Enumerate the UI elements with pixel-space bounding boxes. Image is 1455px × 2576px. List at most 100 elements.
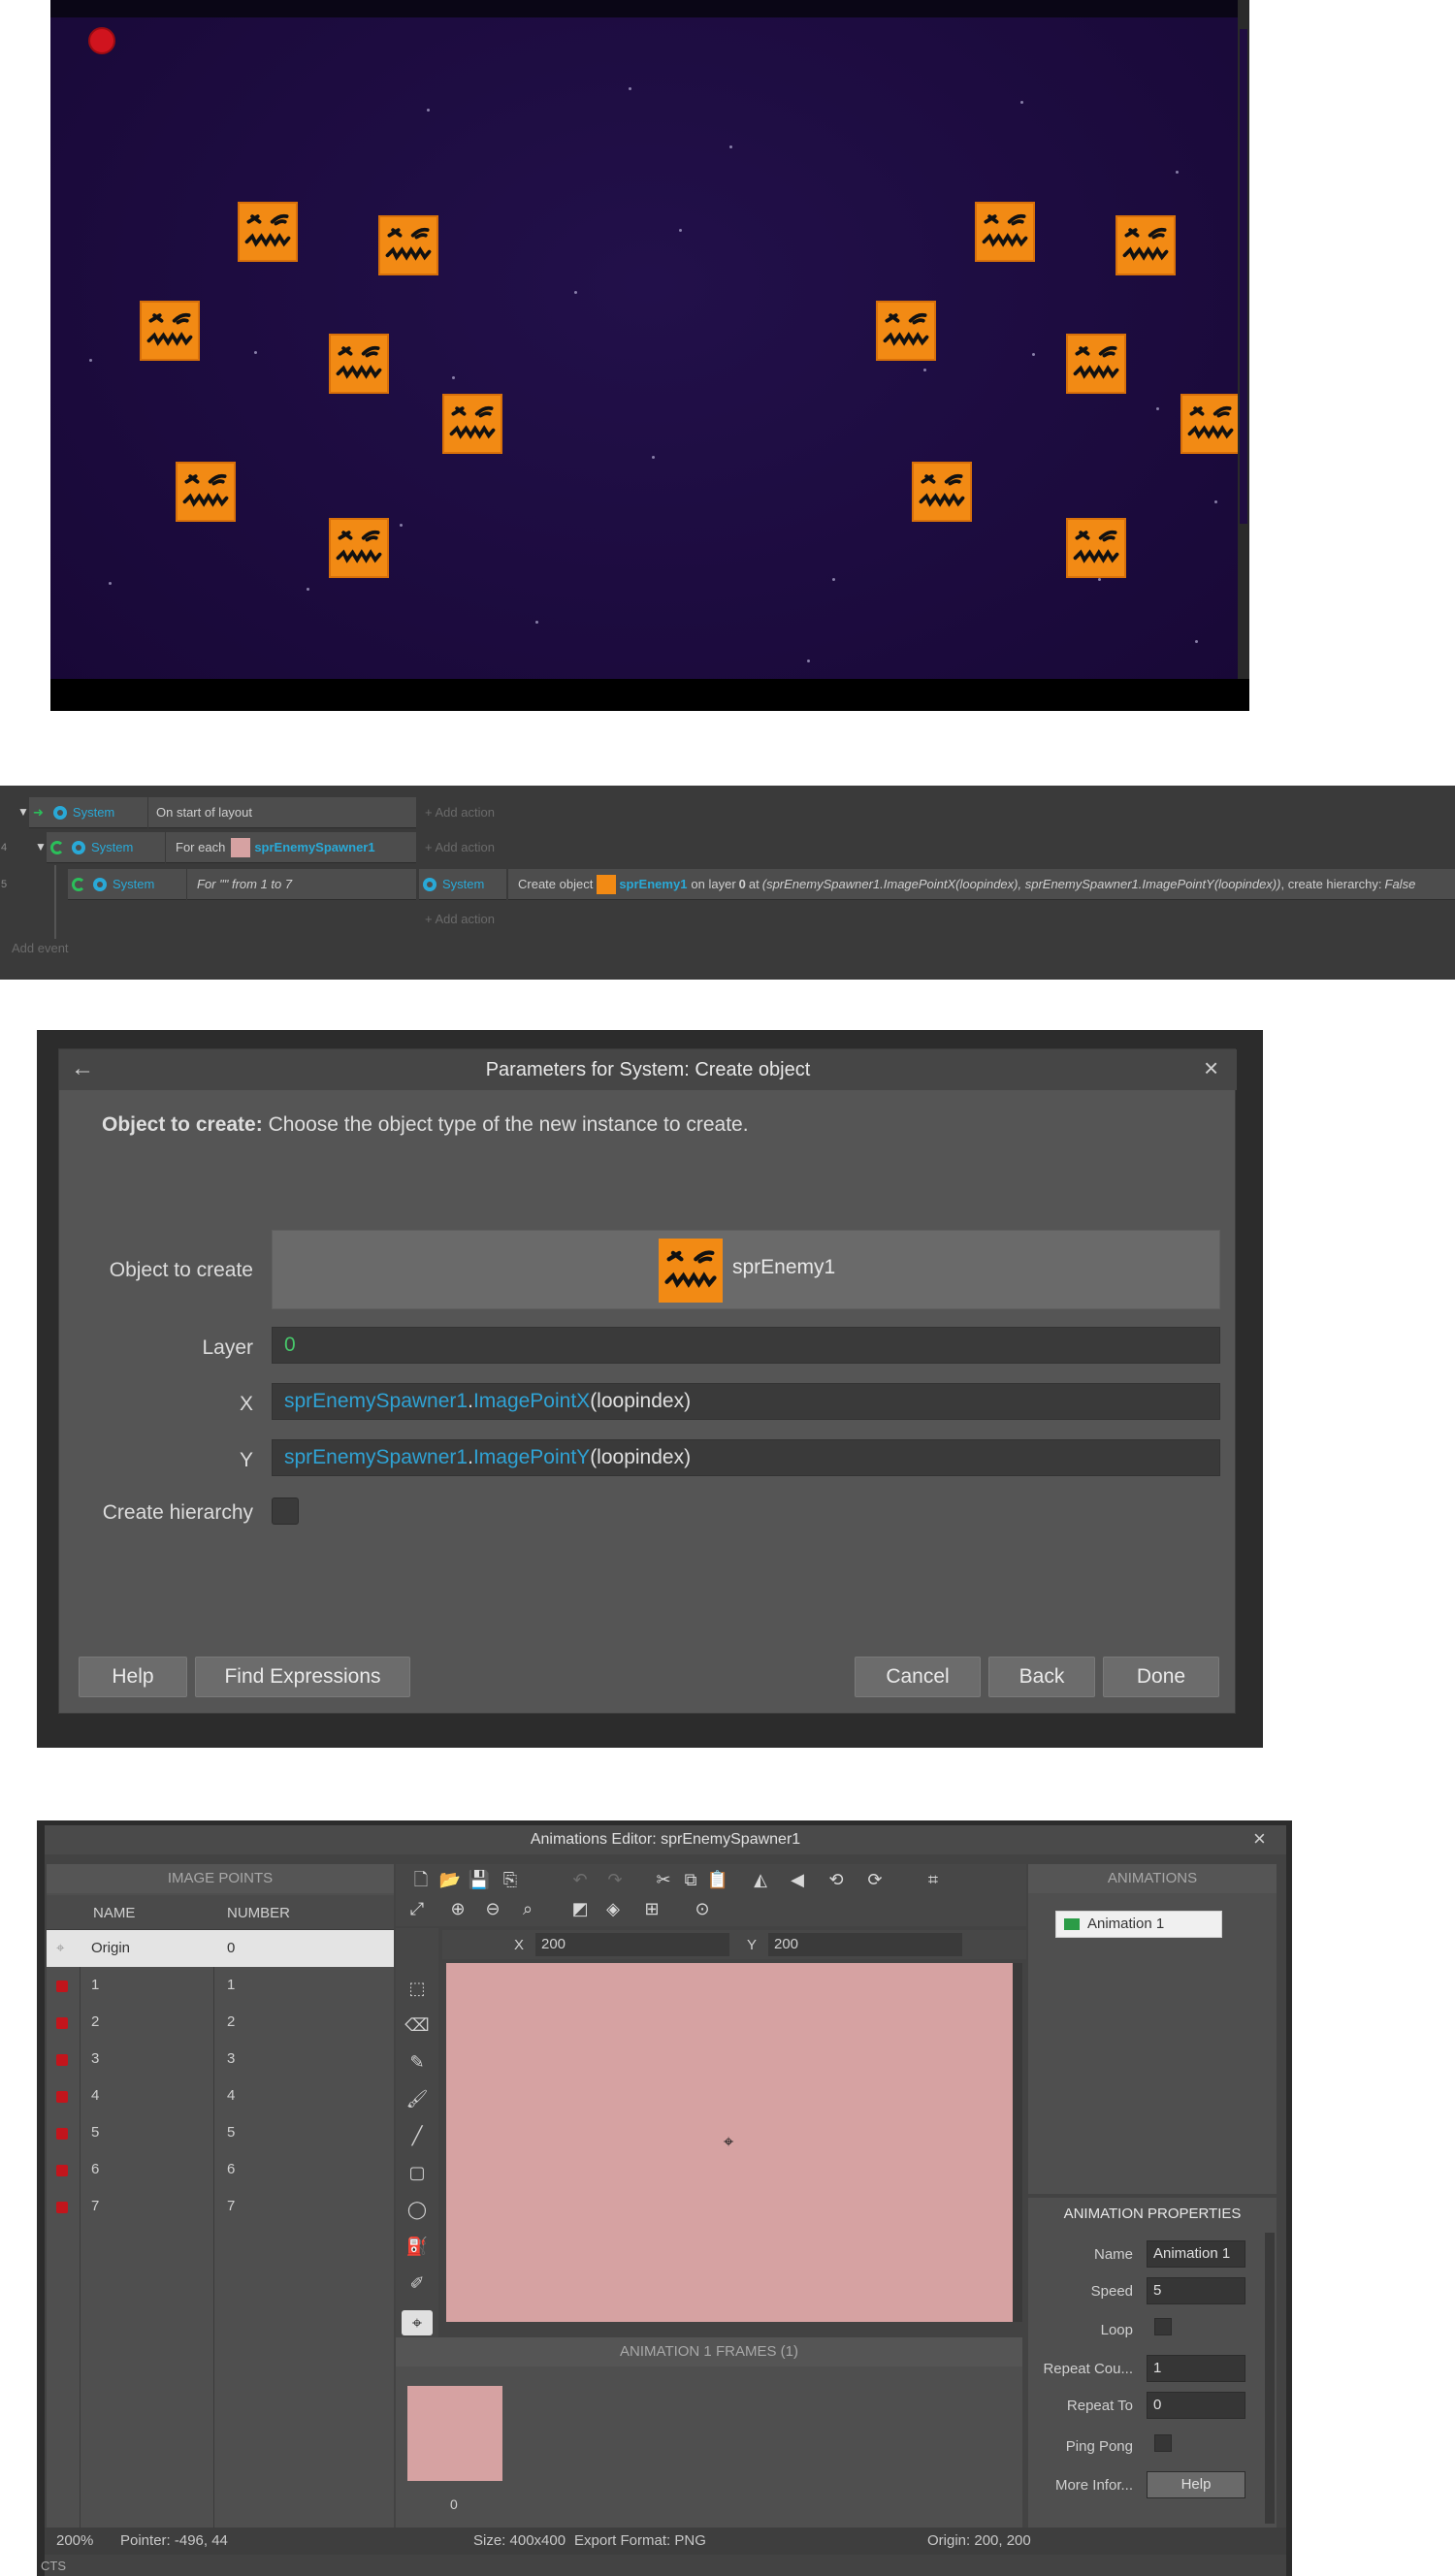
object-picker[interactable]: sprEnemy1 — [272, 1230, 1220, 1309]
help-button[interactable]: Help — [1147, 2471, 1245, 2498]
done-button[interactable]: Done — [1103, 1657, 1219, 1697]
enemy-sprite[interactable] — [912, 462, 972, 522]
hierarchy-checkbox[interactable] — [272, 1497, 299, 1525]
grid-icon[interactable]: ⊞ — [638, 1897, 665, 1924]
flip-horizontal-icon[interactable]: ◭ — [747, 1868, 774, 1895]
enemy-sprite[interactable] — [975, 202, 1035, 262]
y-input[interactable]: sprEnemySpawner1.ImagePointY(loopindex) — [272, 1439, 1220, 1476]
zoom-out-icon[interactable]: ⊖ — [479, 1897, 506, 1924]
scrollbar-thumb[interactable] — [1240, 29, 1247, 524]
frame-thumbnail[interactable] — [407, 2386, 502, 2481]
event-row[interactable]: ▼ ➜ System On start of layout + Add acti… — [0, 793, 1455, 830]
repeat-to-input[interactable]: 0 — [1147, 2392, 1245, 2419]
enemy-sprite[interactable] — [1116, 215, 1176, 275]
enemy-sprite[interactable] — [176, 462, 236, 522]
close-icon[interactable]: × — [1253, 1827, 1266, 1851]
new-icon[interactable]: 🗋 — [407, 1868, 435, 1895]
event-row[interactable]: 5 System For "" from 1 to 7 System Creat… — [0, 865, 1455, 939]
event-condition-object[interactable]: System — [47, 832, 165, 863]
event-condition[interactable]: For "" from 1 to 7 — [187, 869, 416, 900]
eraser-icon[interactable]: ⌫ — [402, 2010, 433, 2041]
fill-bucket-icon[interactable]: ⛽ — [402, 2231, 433, 2262]
image-point-row[interactable]: 77 — [47, 2188, 394, 2225]
undo-icon[interactable]: ↶ — [566, 1868, 594, 1895]
animation-item[interactable]: Animation 1 — [1055, 1911, 1222, 1938]
pingpong-checkbox[interactable] — [1154, 2434, 1172, 2452]
color-picker-icon[interactable]: ✐ — [402, 2268, 433, 2299]
collapse-arrow-icon[interactable]: ▼ — [17, 805, 29, 819]
image-point-row[interactable]: 11 — [47, 1967, 394, 2004]
back-button[interactable]: Back — [988, 1657, 1095, 1697]
color-swap-icon[interactable]: ◩ — [566, 1897, 594, 1924]
add-action-link[interactable]: + Add action — [425, 805, 495, 820]
rectangle-icon[interactable]: ▢ — [402, 2157, 433, 2188]
fullscreen-icon[interactable]: ⤢ — [404, 1897, 431, 1924]
column-name[interactable]: NAME — [93, 1905, 135, 1921]
event-condition-object[interactable]: ➜ System — [29, 797, 147, 828]
preview-icon[interactable]: ⊙ — [689, 1897, 716, 1924]
copy-icon[interactable]: ⧉ — [677, 1868, 704, 1895]
zoom-reset-icon[interactable]: ⌕ — [514, 1897, 541, 1924]
enemy-sprite[interactable] — [876, 301, 936, 361]
open-folder-icon[interactable]: 📂 — [436, 1868, 464, 1895]
image-point-tool-icon[interactable]: ⌖ — [402, 2310, 433, 2335]
enemy-sprite[interactable] — [1066, 334, 1126, 394]
enemy-sprite[interactable] — [1066, 518, 1126, 578]
enemy-sprite[interactable] — [329, 334, 389, 394]
image-point-row[interactable]: ⌖ Origin 0 — [47, 1930, 394, 1967]
select-rectangle-icon[interactable]: ⬚ — [402, 1973, 433, 2004]
ellipse-icon[interactable]: ◯ — [402, 2194, 433, 2225]
add-event-link[interactable]: Add event — [12, 941, 69, 955]
y-coord-input[interactable]: 200 — [768, 1933, 962, 1956]
enemy-sprite[interactable] — [378, 215, 438, 275]
image-point-row[interactable]: 44 — [47, 2077, 394, 2114]
loop-checkbox[interactable] — [1154, 2318, 1172, 2335]
add-action-link[interactable]: + Add action — [425, 912, 495, 926]
repeat-count-input[interactable]: 1 — [1147, 2355, 1245, 2382]
image-point-row[interactable]: 66 — [47, 2151, 394, 2188]
rotate-left-icon[interactable]: ⟲ — [823, 1868, 850, 1895]
pencil-icon[interactable]: ✎ — [402, 2046, 433, 2077]
enemy-sprite[interactable] — [1180, 394, 1241, 454]
flip-vertical-icon[interactable]: ◀ — [784, 1868, 811, 1895]
enemy-sprite[interactable] — [329, 518, 389, 578]
close-icon[interactable]: × — [1204, 1053, 1218, 1083]
canvas-scrollbar[interactable] — [1013, 1963, 1022, 2322]
paste-icon[interactable]: 📋 — [704, 1868, 731, 1895]
add-action-link[interactable]: + Add action — [425, 840, 495, 854]
player-sprite[interactable] — [88, 27, 115, 54]
collapse-arrow-icon[interactable]: ▼ — [35, 840, 47, 853]
layer-input[interactable]: 0 — [272, 1327, 1220, 1364]
column-number[interactable]: NUMBER — [227, 1905, 290, 1921]
speed-input[interactable]: 5 — [1147, 2277, 1245, 2304]
action-text[interactable]: Create object sprEnemy1 on layer 0 at (s… — [508, 869, 1455, 900]
enemy-sprite[interactable] — [238, 202, 298, 262]
image-point-row[interactable]: 22 — [47, 2004, 394, 2041]
redo-icon[interactable]: ↷ — [601, 1868, 629, 1895]
save-icon[interactable]: 💾 — [466, 1868, 493, 1895]
event-row[interactable]: 4 ▼ System For each sprEnemySpawner1 + A… — [0, 828, 1455, 865]
event-condition-object[interactable]: System — [68, 869, 186, 900]
event-condition[interactable]: On start of layout — [148, 797, 416, 828]
export-icon[interactable]: ⎘ — [497, 1868, 524, 1895]
zoom-in-icon[interactable]: ⊕ — [444, 1897, 471, 1924]
action-object[interactable]: System — [419, 869, 506, 900]
layers-icon[interactable]: ◈ — [599, 1897, 627, 1924]
cut-icon[interactable]: ✂ — [650, 1868, 677, 1895]
line-icon[interactable]: ╱ — [402, 2120, 433, 2151]
event-condition[interactable]: For each sprEnemySpawner1 — [166, 832, 416, 863]
cancel-button[interactable]: Cancel — [855, 1657, 981, 1697]
name-input[interactable]: Animation 1 — [1147, 2240, 1245, 2268]
properties-scrollbar[interactable] — [1265, 2233, 1275, 2524]
brush-icon[interactable]: 🖌 — [402, 2083, 433, 2114]
layout-view[interactable] — [50, 0, 1249, 711]
enemy-sprite[interactable] — [140, 301, 200, 361]
x-coord-input[interactable]: 200 — [535, 1933, 729, 1956]
rotate-right-icon[interactable]: ⟳ — [861, 1868, 889, 1895]
layout-vertical-scrollbar[interactable] — [1238, 0, 1249, 679]
origin-crosshair-icon[interactable]: ⌖ — [724, 2132, 733, 2152]
x-input[interactable]: sprEnemySpawner1.ImagePointX(loopindex) — [272, 1383, 1220, 1420]
enemy-sprite[interactable] — [442, 394, 502, 454]
help-button[interactable]: Help — [79, 1657, 187, 1697]
crop-icon[interactable]: ⌗ — [920, 1868, 947, 1895]
